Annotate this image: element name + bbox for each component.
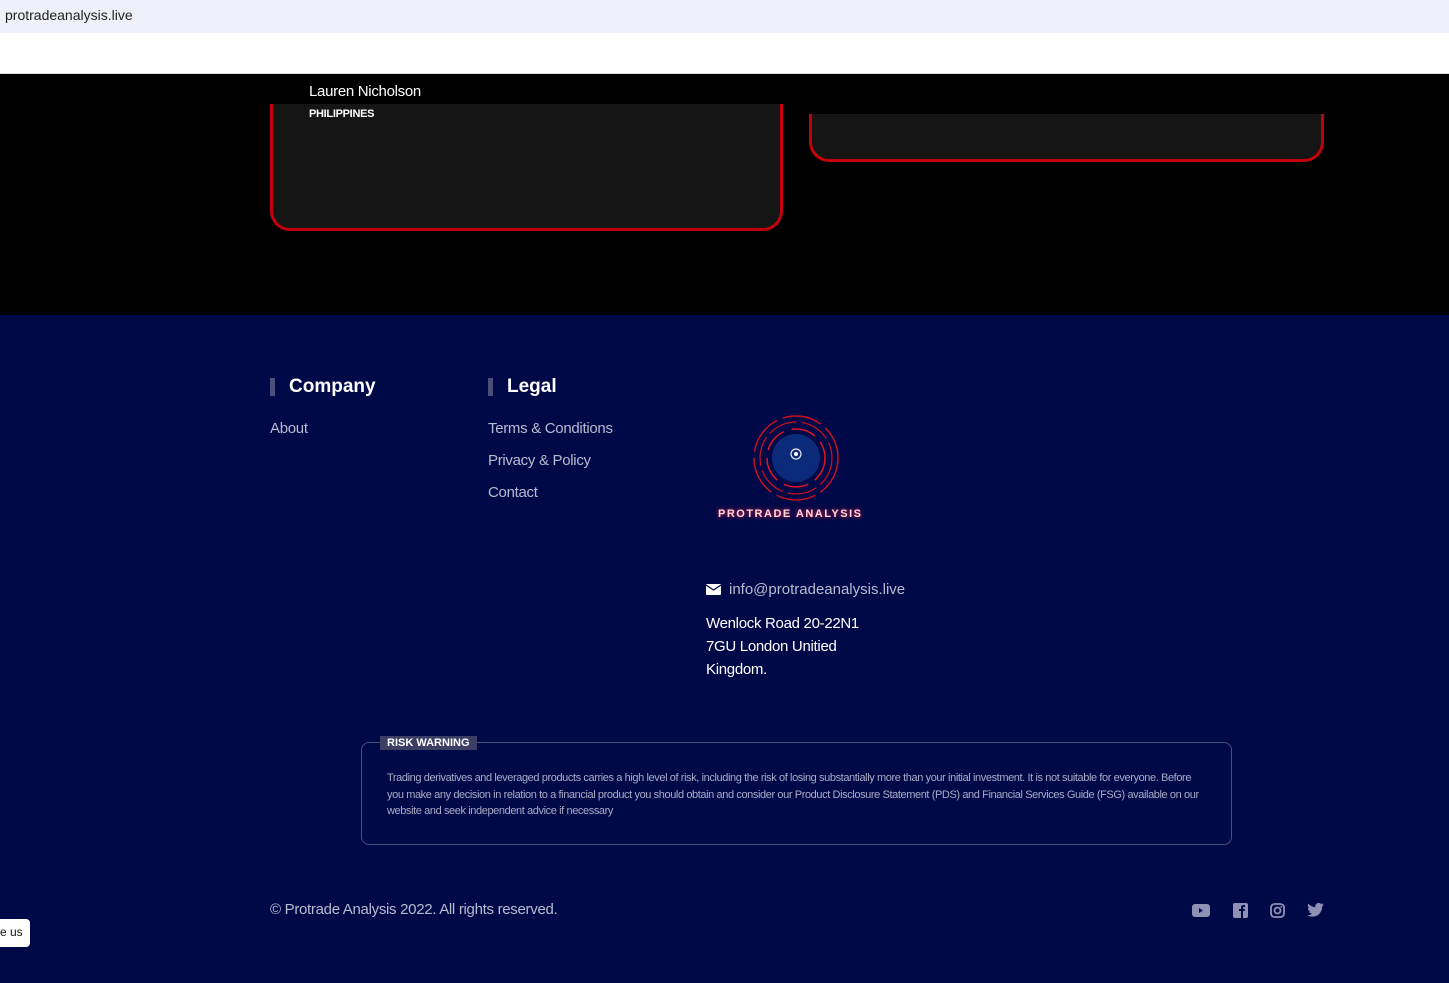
- email-address[interactable]: info@protradeanalysis.live: [729, 581, 905, 598]
- youtube-icon[interactable]: [1192, 901, 1210, 919]
- company-heading: Company: [270, 377, 376, 396]
- address: Wenlock Road 20-22N1 7GU London Unitied …: [706, 615, 859, 678]
- copyright: © Protrade Analysis 2022. All rights res…: [270, 901, 558, 918]
- risk-warning-text: Trading derivatives and leveraged produc…: [387, 772, 1199, 817]
- testimonials-section: [0, 74, 1449, 315]
- legal-heading: Legal: [488, 377, 557, 396]
- terms-link[interactable]: Terms & Conditions: [488, 420, 613, 437]
- twitter-icon[interactable]: [1306, 901, 1324, 919]
- contact-link[interactable]: Contact: [488, 484, 538, 501]
- address-bar[interactable]: protradeanalysis.live: [0, 0, 1449, 33]
- chat-widget-button[interactable]: e us: [0, 919, 30, 947]
- about-link[interactable]: About: [270, 420, 308, 437]
- risk-warning-label: RISK WARNING: [380, 736, 477, 750]
- privacy-link[interactable]: Privacy & Policy: [488, 452, 591, 469]
- envelope-icon: [706, 584, 721, 595]
- site-header: [0, 33, 1449, 74]
- logo-text: PROTRADE ANALYSIS: [718, 508, 863, 520]
- email-contact[interactable]: info@protradeanalysis.live: [706, 581, 905, 598]
- facebook-icon[interactable]: [1231, 901, 1249, 919]
- testimonial-card: [270, 104, 783, 231]
- testimonial-name: Lauren Nicholson: [309, 83, 421, 100]
- testimonial-country: PHILIPPINES: [309, 108, 375, 120]
- testimonial-card: [809, 114, 1324, 162]
- instagram-icon[interactable]: [1268, 901, 1286, 919]
